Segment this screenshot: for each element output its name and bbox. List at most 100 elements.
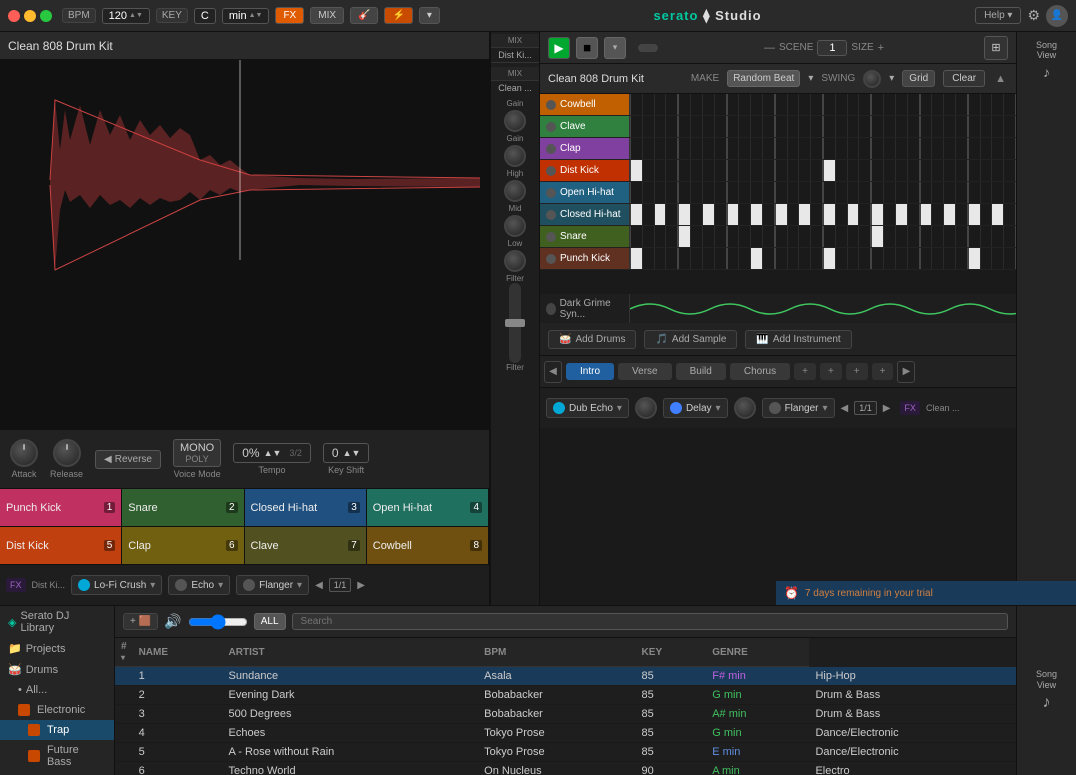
beat-cell[interactable] (956, 226, 968, 247)
beat-cell[interactable] (920, 94, 933, 115)
mute-button[interactable] (546, 232, 556, 242)
beat-cell[interactable] (739, 94, 751, 115)
mid-knob[interactable] (504, 215, 526, 237)
beat-cell[interactable] (823, 182, 836, 203)
table-row[interactable]: 1 Sundance Asala 85 F# min Hip-Hop (115, 667, 1016, 686)
beat-cell[interactable] (751, 182, 763, 203)
maximize-btn[interactable] (40, 10, 52, 22)
beat-cell[interactable] (871, 138, 884, 159)
add-sample-button[interactable]: 🎵 Add Sample (644, 330, 737, 349)
right-fx-arrow-3[interactable]: ▾ (822, 403, 827, 414)
scene-number-input[interactable] (817, 40, 847, 56)
beat-cell[interactable] (823, 248, 836, 269)
beat-cell[interactable] (896, 116, 908, 137)
beat-cell[interactable] (703, 138, 715, 159)
beat-cell[interactable] (908, 116, 920, 137)
beat-cell[interactable] (727, 138, 740, 159)
dropdown-button[interactable]: ▾ (604, 37, 626, 59)
wave-mute[interactable] (546, 303, 556, 315)
beat-cell[interactable] (703, 226, 715, 247)
beat-cell[interactable] (1004, 226, 1016, 247)
beat-cell[interactable] (763, 116, 775, 137)
beat-cell[interactable] (836, 226, 848, 247)
beat-cell[interactable] (715, 204, 727, 225)
beat-cell[interactable] (956, 94, 968, 115)
beat-cell[interactable] (871, 116, 884, 137)
beat-cell[interactable] (691, 182, 703, 203)
beat-cell[interactable] (666, 116, 678, 137)
attack-knob[interactable] (10, 439, 38, 467)
beat-cell[interactable] (992, 138, 1004, 159)
beat-cell[interactable] (691, 226, 703, 247)
beat-cell[interactable] (799, 248, 811, 269)
beat-cell[interactable] (739, 248, 751, 269)
pad-closed-hihat[interactable]: Closed Hi-hat 3 (245, 489, 367, 526)
beat-cell[interactable] (859, 226, 871, 247)
beat-cell[interactable] (944, 248, 956, 269)
col-bpm[interactable]: BPM (478, 638, 635, 667)
beat-cell[interactable] (715, 182, 727, 203)
beat-cell[interactable] (666, 182, 678, 203)
beat-cell[interactable] (630, 248, 643, 269)
beat-cell[interactable] (956, 248, 968, 269)
swing-arrow[interactable]: ▾ (889, 73, 894, 84)
arrange-verse-btn[interactable]: Verse (618, 363, 672, 380)
beat-cell[interactable] (775, 138, 788, 159)
beat-cell[interactable] (920, 182, 933, 203)
mute-button[interactable] (546, 210, 556, 220)
beat-cell[interactable] (884, 138, 896, 159)
right-fx-dot-3[interactable] (769, 402, 781, 414)
release-knob[interactable] (53, 439, 81, 467)
beat-cell[interactable] (799, 182, 811, 203)
beat-cell[interactable] (823, 204, 836, 225)
mix-button[interactable]: MIX (310, 7, 344, 24)
beat-cell[interactable] (763, 138, 775, 159)
gain-knob-2[interactable] (504, 145, 526, 167)
beat-cell[interactable] (643, 182, 655, 203)
beat-cell[interactable] (678, 248, 691, 269)
beat-cell[interactable] (992, 204, 1004, 225)
beat-cell[interactable] (630, 94, 643, 115)
pad-punch-kick[interactable]: Punch Kick 1 (0, 489, 122, 526)
beat-cell[interactable] (655, 226, 667, 247)
beat-cell[interactable] (836, 138, 848, 159)
beat-cell[interactable] (896, 204, 908, 225)
fx-arrow-2[interactable]: ▾ (218, 580, 223, 591)
beat-cell[interactable] (981, 248, 993, 269)
beat-cell[interactable] (981, 226, 993, 247)
arrange-add-btn-2[interactable]: + (820, 363, 842, 380)
right-fx-knob[interactable] (635, 397, 657, 419)
beat-cell[interactable] (956, 204, 968, 225)
high-knob[interactable] (504, 180, 526, 202)
beat-cell[interactable] (666, 160, 678, 181)
sidebar-item-serato-dj-library[interactable]: ◈ Serato DJ Library (0, 606, 114, 638)
fader-left[interactable] (509, 283, 521, 363)
beat-cell[interactable] (968, 94, 981, 115)
beat-cell[interactable] (775, 160, 788, 181)
beat-cell[interactable] (908, 182, 920, 203)
beat-cell[interactable] (763, 160, 775, 181)
sidebar-item-all[interactable]: • All... (0, 680, 114, 700)
beat-cell[interactable] (763, 204, 775, 225)
add-instrument-button[interactable]: 🎹 Add Instrument (745, 330, 851, 349)
beat-cell[interactable] (739, 182, 751, 203)
beat-cell[interactable] (848, 204, 860, 225)
beat-cell[interactable] (630, 160, 643, 181)
plus-icon[interactable]: + (878, 42, 884, 54)
gain-knob-1[interactable] (504, 110, 526, 132)
beat-cell[interactable] (703, 94, 715, 115)
beat-cell[interactable] (763, 248, 775, 269)
mute-button[interactable] (546, 188, 556, 198)
bottom-song-icon[interactable]: ♪ (1043, 694, 1051, 712)
play-button[interactable]: ▶ (548, 37, 570, 59)
arrange-build-btn[interactable]: Build (676, 363, 726, 380)
beat-cell[interactable] (848, 116, 860, 137)
beat-cell[interactable] (691, 94, 703, 115)
beat-cell[interactable] (871, 204, 884, 225)
grid-settings-button[interactable]: ⊞ (984, 36, 1008, 60)
transport-forward[interactable]: ▶ (357, 580, 365, 591)
beat-cell[interactable] (981, 116, 993, 137)
beat-cell[interactable] (691, 248, 703, 269)
menu-button[interactable]: ▾ (419, 7, 440, 24)
beat-cell[interactable] (666, 204, 678, 225)
